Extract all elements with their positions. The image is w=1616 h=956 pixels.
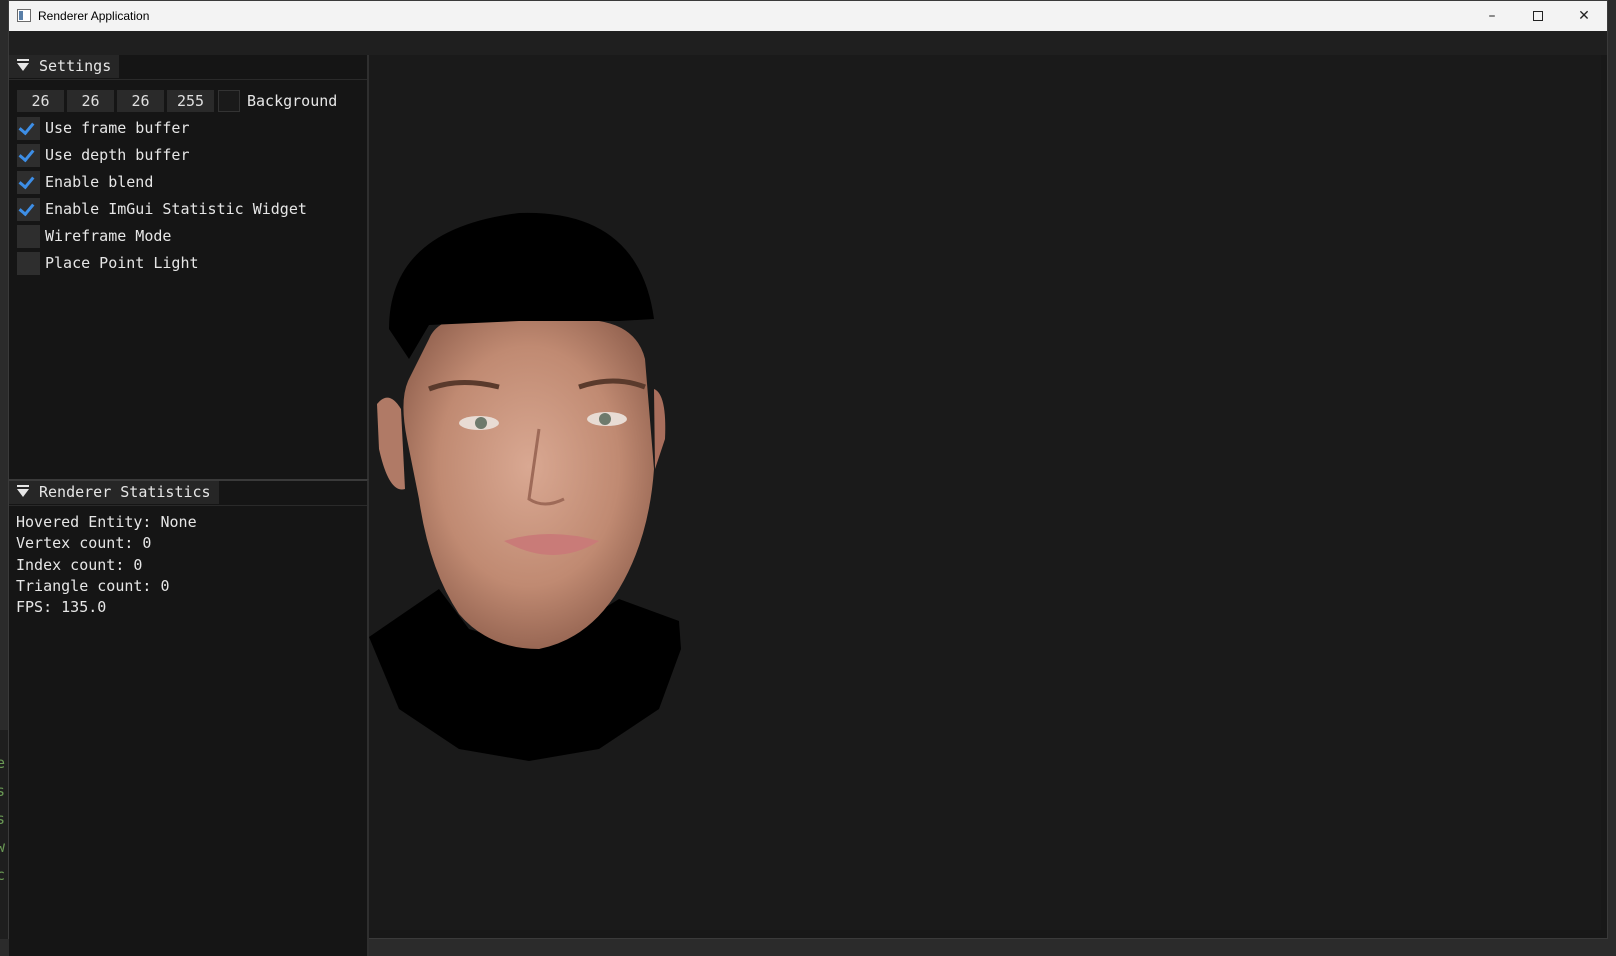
settings-header[interactable]: Settings: [9, 55, 367, 80]
collapse-triangle-icon[interactable]: [17, 59, 29, 71]
background-a-input[interactable]: 255: [167, 90, 214, 112]
head-model-render[interactable]: [369, 209, 699, 761]
checkbox-row-point-light[interactable]: Place Point Light: [17, 251, 199, 275]
renderer-statistics-panel: Renderer Statistics Hovered Entity: None…: [9, 479, 369, 956]
window-title: Renderer Application: [38, 9, 150, 23]
settings-title: Settings: [39, 57, 112, 75]
checkmark-icon: [18, 118, 35, 135]
wireframe-mode-checkbox[interactable]: [17, 224, 40, 248]
use-frame-buffer-label: Use frame buffer: [45, 119, 190, 137]
checkmark-icon: [18, 145, 35, 162]
right-ear-shape: [654, 389, 666, 469]
index-count-text: Index count: 0: [16, 556, 143, 574]
statistics-header[interactable]: Renderer Statistics: [9, 481, 367, 506]
settings-header-tab[interactable]: Settings: [9, 55, 120, 78]
background-r-input[interactable]: 26: [17, 90, 64, 112]
triangle-count-text: Triangle count: 0: [16, 577, 170, 595]
use-depth-buffer-checkbox[interactable]: [17, 143, 40, 167]
statistics-title: Renderer Statistics: [39, 483, 211, 501]
place-point-light-label: Place Point Light: [45, 254, 199, 272]
wireframe-mode-label: Wireframe Mode: [45, 227, 172, 245]
maximize-button[interactable]: [1515, 1, 1561, 31]
minimize-icon: –: [1488, 8, 1496, 24]
app-icon: [17, 9, 31, 22]
top-strip: [9, 31, 1607, 55]
enable-blend-label: Enable blend: [45, 173, 154, 191]
checkbox-row-frame-buffer[interactable]: Use frame buffer: [17, 116, 190, 140]
background-b-input[interactable]: 26: [117, 90, 164, 112]
checkbox-row-enable-blend[interactable]: Enable blend: [17, 170, 153, 194]
enable-statistic-widget-label: Enable ImGui Statistic Widget: [45, 200, 307, 218]
left-iris: [475, 417, 487, 429]
checkmark-icon: [18, 199, 35, 216]
close-button[interactable]: ✕: [1561, 1, 1607, 31]
background-label: Background: [247, 92, 338, 110]
maximize-icon: [1533, 11, 1543, 21]
close-icon: ✕: [1578, 8, 1590, 24]
background-window-strip: esswc: [0, 730, 8, 939]
fps-text: FPS: 135.0: [16, 598, 107, 616]
statistics-header-tab[interactable]: Renderer Statistics: [9, 481, 219, 504]
client-area: Settings 26 26 26 255 Background Use fra…: [9, 31, 1607, 956]
place-point-light-checkbox[interactable]: [17, 251, 40, 275]
left-ear-shape: [377, 397, 405, 490]
collapse-triangle-icon[interactable]: [17, 485, 29, 497]
use-frame-buffer-checkbox[interactable]: [17, 116, 40, 140]
vertex-count-text: Vertex count: 0: [16, 534, 152, 552]
enable-blend-checkbox[interactable]: [17, 170, 40, 194]
checkbox-row-wireframe[interactable]: Wireframe Mode: [17, 224, 171, 248]
background-g-input[interactable]: 26: [67, 90, 114, 112]
renderer-window: Renderer Application – ✕ Settings 26 26 …: [8, 0, 1608, 956]
enable-statistic-widget-checkbox[interactable]: [17, 197, 40, 221]
use-depth-buffer-label: Use depth buffer: [45, 146, 190, 164]
minimize-button[interactable]: –: [1469, 1, 1515, 31]
checkmark-icon: [18, 172, 35, 189]
right-iris: [599, 413, 611, 425]
background-color-editor: 26 26 26 255 Background: [17, 89, 337, 113]
title-bar[interactable]: Renderer Application – ✕: [9, 1, 1607, 31]
hovered-entity-text: Hovered Entity: None: [16, 513, 197, 531]
settings-panel: Settings 26 26 26 255 Background Use fra…: [9, 55, 369, 479]
checkbox-row-statistic-widget[interactable]: Enable ImGui Statistic Widget: [17, 197, 307, 221]
checkbox-row-depth-buffer[interactable]: Use depth buffer: [17, 143, 190, 167]
background-color-swatch[interactable]: [218, 90, 240, 112]
